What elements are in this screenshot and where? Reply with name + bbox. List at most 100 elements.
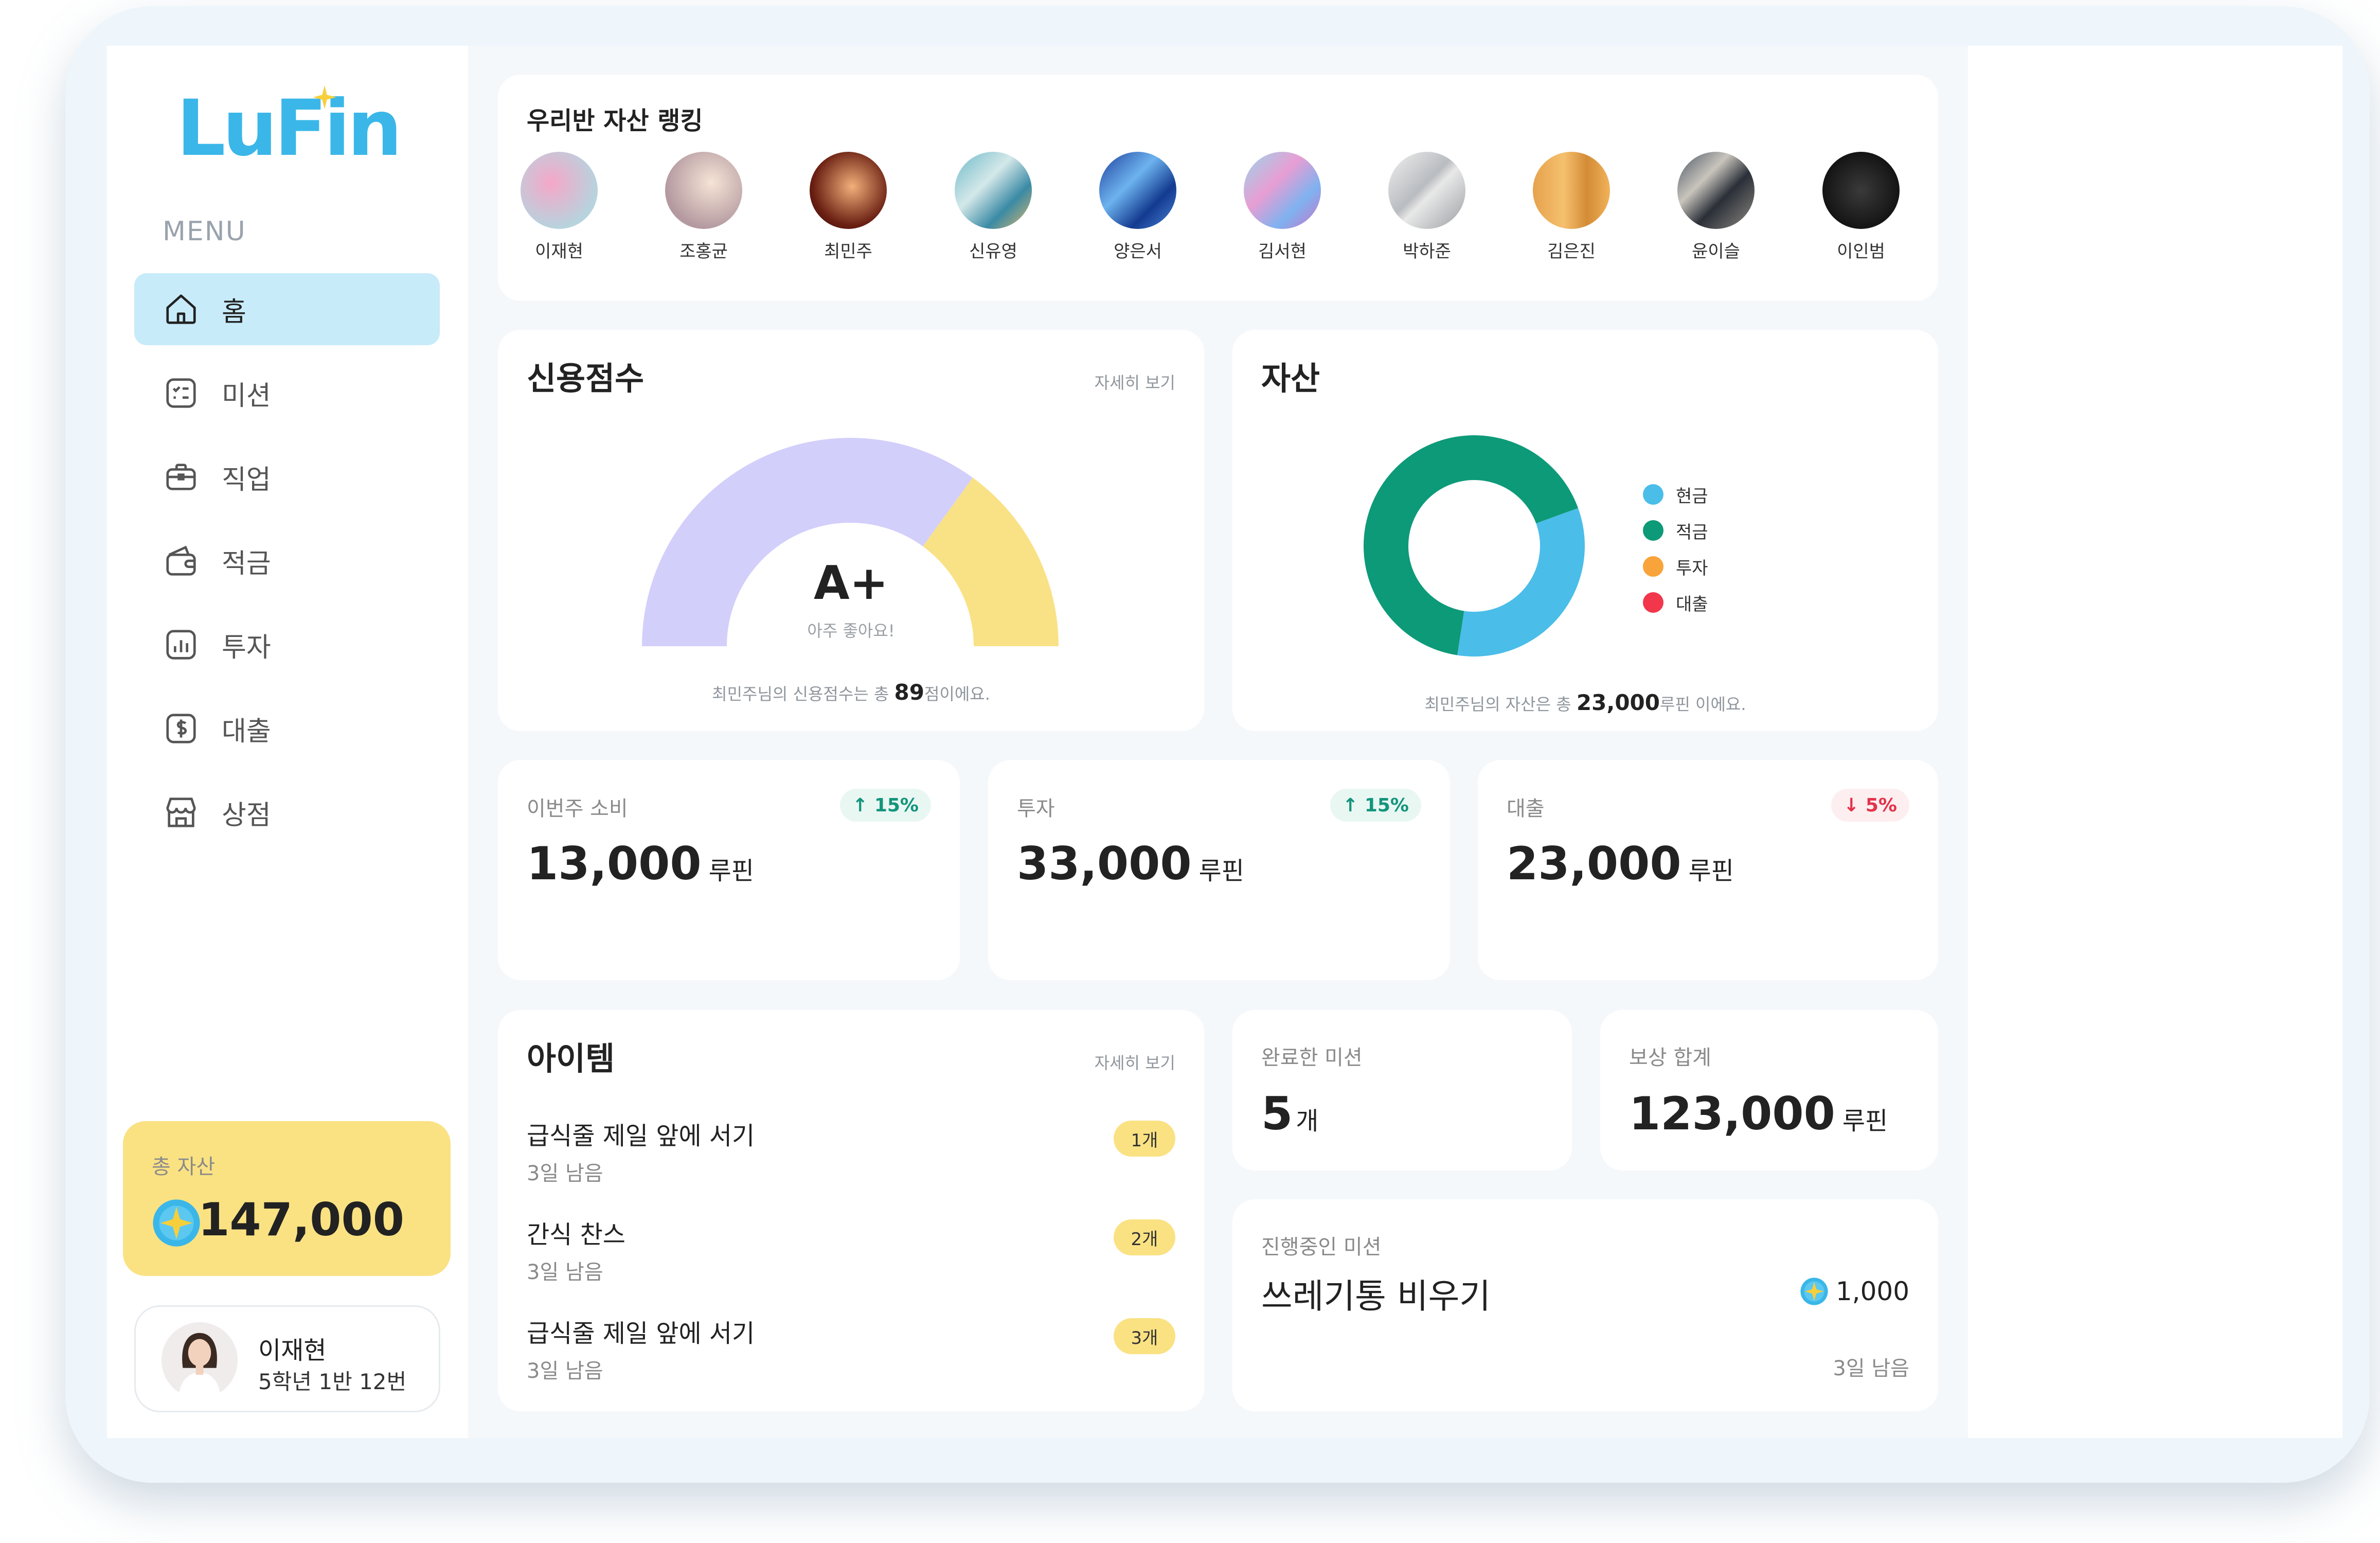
- student-name: 김은진: [1547, 241, 1596, 262]
- sidebar-item-job[interactable]: 직업: [134, 441, 440, 513]
- donut-slice-현금: [1457, 508, 1585, 657]
- student-avatar: [1388, 152, 1465, 229]
- assets-card: 자산 현금 적금 투자 대출 최민주님의 자산은 총 23,000루핀 이에요.: [1232, 330, 1938, 731]
- sidebar-item-label: 대출: [222, 716, 271, 747]
- stat-card-invest: 투자 ↑ 15% 33,000 루핀: [988, 760, 1450, 980]
- change-badge: ↑ 15%: [1330, 789, 1421, 822]
- avatar-image: [162, 1322, 238, 1398]
- legend-dot: [1643, 520, 1663, 541]
- total-assets-card: 총 자산 147,000: [123, 1121, 451, 1276]
- menu-label: MENU: [163, 216, 246, 247]
- credit-detail-link[interactable]: 자세히 보기: [1095, 370, 1175, 394]
- lufin-logo[interactable]: LuFin: [176, 84, 402, 173]
- avatar: [162, 1322, 238, 1398]
- item-count-badge: 1개: [1114, 1121, 1175, 1157]
- ranking-student[interactable]: 최민주: [802, 152, 894, 262]
- legend-label: 대출: [1676, 594, 1708, 615]
- stat-value: 13,000 루핀: [527, 837, 754, 890]
- items-detail-link[interactable]: 자세히 보기: [1095, 1050, 1175, 1074]
- ranking-student[interactable]: 이인범: [1815, 152, 1907, 262]
- ranking-student[interactable]: 김은진: [1525, 152, 1618, 262]
- item-remaining: 3일 남음: [527, 1162, 603, 1185]
- assets-total-value: 23,000: [1576, 690, 1660, 715]
- ongoing-mission-reward: 1,000: [1800, 1276, 1909, 1306]
- lufin-coin-icon: [153, 1199, 200, 1247]
- right-pane: [1968, 46, 2342, 1438]
- student-avatar: [1244, 152, 1321, 229]
- ranking-card: 우리반 자산 랭킹 이재현 조홍균 최민주 신유영 양은서 김서현 박하준 김은진 윤이슬 이인범: [498, 75, 1938, 301]
- sidebar-item-loan[interactable]: 대출: [134, 693, 440, 765]
- change-badge: ↑ 15%: [840, 789, 931, 822]
- credit-grade: A+: [813, 556, 889, 610]
- credit-caption-suffix: 점이에요.: [924, 684, 990, 704]
- item-name: 간식 찬스: [527, 1220, 625, 1249]
- list-item[interactable]: 급식줄 제일 앞에 서기 3일 남음 1개: [527, 1115, 1175, 1193]
- logo-text: LuFin: [176, 84, 402, 173]
- stat-number: 23,000: [1507, 837, 1681, 890]
- ranking-student[interactable]: 박하준: [1381, 152, 1473, 262]
- wallet-icon: [166, 545, 196, 576]
- stat-number: 13,000: [527, 837, 702, 890]
- reward-total-label: 보상 합계: [1629, 1046, 1711, 1070]
- ranking-title: 우리반 자산 랭킹: [527, 107, 703, 135]
- item-remaining: 3일 남음: [527, 1261, 603, 1284]
- gauge-fill: [642, 438, 973, 646]
- ranking-student[interactable]: 조홍균: [657, 152, 750, 262]
- student-avatar: [955, 152, 1032, 229]
- assets-title: 자산: [1261, 360, 1320, 397]
- change-value: 5%: [1865, 794, 1897, 816]
- sidebar-item-label: 상점: [222, 800, 271, 831]
- stat-number: 33,000: [1017, 837, 1192, 890]
- sidebar-item-savings[interactable]: 적금: [134, 525, 440, 597]
- store-icon: [166, 797, 196, 827]
- completed-missions-value: 5개: [1261, 1087, 1318, 1140]
- student-avatar: [810, 152, 887, 229]
- sidebar-item-label: 직업: [222, 464, 271, 495]
- stat-unit: 루핀: [1198, 857, 1244, 885]
- list-item[interactable]: 급식줄 제일 앞에 서기 3일 남음 3개: [527, 1313, 1175, 1390]
- ongoing-mission-card[interactable]: 진행중인 미션 쓰레기통 비우기 1,000 3일 남음: [1232, 1199, 1938, 1411]
- sidebar-item-label: 적금: [222, 548, 271, 579]
- sparkle-icon: [313, 85, 336, 109]
- student-name: 김서현: [1258, 241, 1307, 262]
- ranking-student[interactable]: 윤이슬: [1670, 152, 1762, 262]
- legend-label: 현금: [1676, 486, 1708, 507]
- ranking-student[interactable]: 양은서: [1091, 152, 1184, 262]
- sidebar-item-invest[interactable]: 투자: [134, 609, 440, 681]
- stat-label: 투자: [1017, 797, 1055, 821]
- sidebar-item-home[interactable]: 홈: [134, 273, 440, 345]
- item-remaining: 3일 남음: [527, 1359, 603, 1383]
- home-icon: [166, 294, 196, 324]
- profile-name: 이재현: [258, 1336, 327, 1365]
- sidebar-item-store[interactable]: 상점: [134, 776, 440, 848]
- ranking-student[interactable]: 김서현: [1236, 152, 1329, 262]
- ranking-student[interactable]: 이재현: [513, 152, 605, 262]
- legend-dot: [1643, 592, 1663, 613]
- item-count-badge: 2개: [1114, 1219, 1175, 1255]
- sidebar-item-mission[interactable]: 미션: [134, 357, 440, 429]
- ranking-student[interactable]: 신유영: [947, 152, 1040, 262]
- change-value: 15%: [1364, 794, 1409, 816]
- completed-missions-card: 완료한 미션 5개: [1232, 1010, 1572, 1170]
- stat-unit: 루핀: [1688, 857, 1734, 885]
- ongoing-mission-remaining: 3일 남음: [1833, 1357, 1909, 1380]
- arrow-down-icon: ↓: [1844, 794, 1859, 816]
- credit-score-card: 신용점수 자세히 보기 A+ 아주 좋아요! 최민주님의 신용점수는 총 89점…: [498, 330, 1204, 731]
- stat-card-spending: 이번주 소비 ↑ 15% 13,000 루핀: [498, 760, 960, 980]
- stat-unit: 루핀: [708, 857, 754, 885]
- completed-missions-label: 완료한 미션: [1261, 1046, 1363, 1070]
- checklist-icon: [166, 378, 196, 408]
- assets-donut-chart: [1364, 435, 1585, 657]
- total-assets-value: 147,000: [198, 1193, 404, 1246]
- student-name: 박하준: [1403, 241, 1451, 262]
- profile-card[interactable]: 이재현 5학년 1반 12번: [134, 1305, 440, 1412]
- briefcase-icon: [166, 464, 196, 490]
- legend-item: 적금: [1643, 512, 1708, 548]
- stat-card-loan: 대출 ↓ 5% 23,000 루핀: [1478, 760, 1938, 980]
- list-item[interactable]: 간식 찬스 3일 남음 2개: [527, 1214, 1175, 1291]
- arrow-up-icon: ↑: [1343, 794, 1358, 816]
- reward-total-value: 123,000 루핀: [1629, 1087, 1888, 1140]
- profile-class-info: 5학년 1반 12번: [258, 1369, 407, 1394]
- reward-total-number: 123,000: [1629, 1087, 1835, 1140]
- student-name: 신유영: [969, 241, 1017, 262]
